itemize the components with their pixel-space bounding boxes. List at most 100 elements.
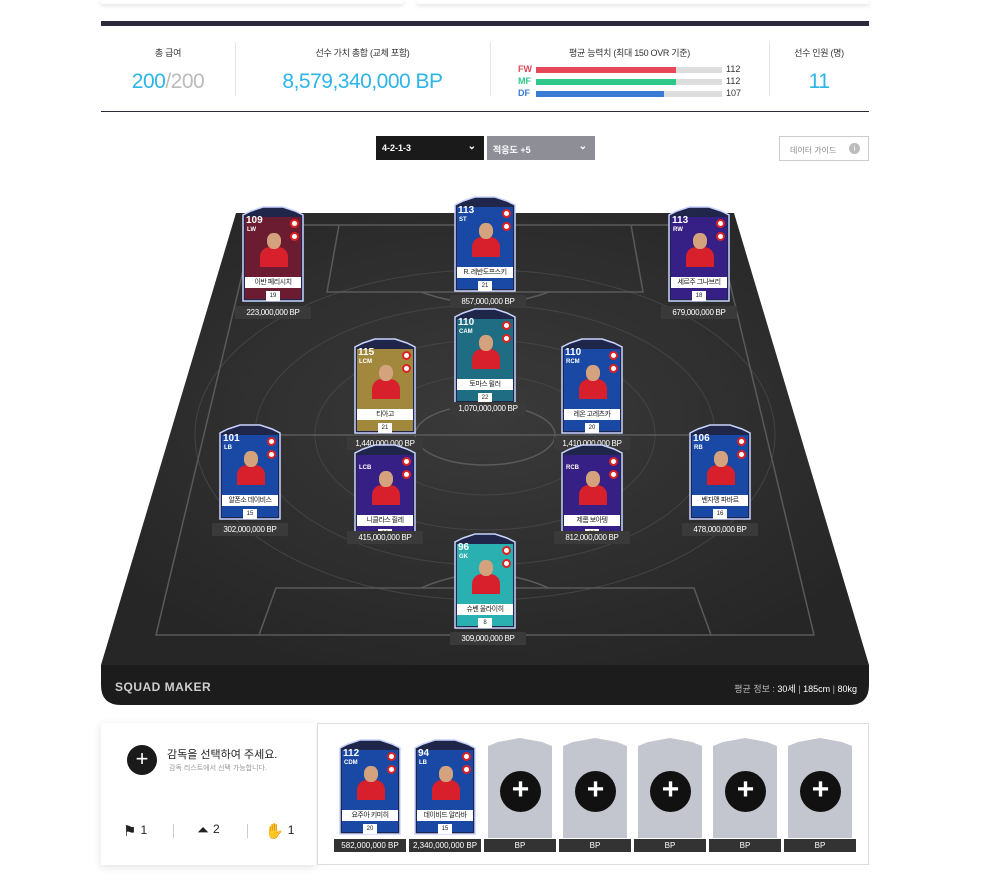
card-name: 슈벤 울라이히: [457, 604, 513, 615]
flag-icon: ⚑: [123, 823, 137, 840]
player-card-rcm[interactable]: 110 RCM 레온 고레츠카 20: [560, 337, 624, 437]
team-badge-icon: [402, 470, 411, 479]
formation-select[interactable]: 4-2-1-3 ⌄: [376, 136, 484, 160]
card-level: 16: [713, 509, 727, 519]
player-card-rb[interactable]: 106 RB 벤자맹 파바르 16: [688, 423, 752, 523]
strategy-handshake: ✋ 1: [265, 823, 295, 840]
player-photo: [579, 471, 607, 505]
card-name: 벤자맹 파바르: [692, 495, 748, 506]
player-card-rcb[interactable]: RCB제롬 보아텡20: [560, 443, 624, 543]
player-card-lw[interactable]: 109 LW 이반 페리시치 19: [241, 205, 305, 305]
card-ovr: 110: [458, 317, 475, 328]
empty-sub-slot[interactable]: +: [488, 738, 552, 838]
add-player-button[interactable]: +: [800, 771, 841, 812]
card-name: 토마스 뮐러: [457, 379, 513, 390]
top-panel-right: [417, 0, 869, 4]
player-price: 812,000,000 BP: [554, 531, 630, 544]
ability-row-df: DF 107: [518, 88, 748, 100]
player-photo: [357, 766, 385, 800]
ability-row-fw: FW 112: [518, 64, 748, 76]
player-count-label: 선수 인원 (명): [794, 48, 844, 58]
card-ovr: 106: [693, 433, 710, 444]
player-card-cam[interactable]: 110 CAM 토마스 뮐러 22: [453, 307, 517, 407]
card-position: LCB: [359, 465, 372, 471]
add-player-button[interactable]: +: [650, 771, 691, 812]
total-pay-label: 총 급여: [154, 48, 182, 58]
card-name: 데이비드 알라바: [417, 810, 473, 821]
sub-price: BP: [784, 839, 856, 852]
player-price: 223,000,000 BP: [235, 306, 311, 319]
player-price: 302,000,000 BP: [212, 523, 288, 536]
club-badge-icon: [609, 351, 618, 360]
player-price: 478,000,000 BP: [682, 523, 758, 536]
avg-ability-stat: 평균 능력치 (최대 150 OVR 기준) FW 112 MF 112 DF 107: [490, 26, 769, 112]
card-level: 15: [438, 824, 452, 834]
player-card-lb[interactable]: 101 LB 알폰소 데이비스 15: [218, 423, 282, 523]
pitch: SQUAD MAKER 평균 정보 : 30세 | 185cm | 80kg 1…: [101, 195, 869, 705]
player-photo: [432, 766, 460, 800]
card-level: 15: [243, 509, 257, 519]
card-ovr: 101: [223, 433, 240, 444]
card-position: CAM: [459, 329, 473, 335]
player-photo: [472, 335, 500, 369]
card-level: 21: [478, 281, 492, 291]
empty-sub-slot[interactable]: +: [713, 738, 777, 838]
card-name: 요주아 키미히: [342, 810, 398, 821]
card-name: 레온 고레츠카: [564, 409, 620, 420]
card-position: LB: [224, 445, 232, 451]
add-coach-button[interactable]: +: [127, 745, 157, 775]
card-name: 티아고: [357, 409, 413, 420]
add-player-button[interactable]: +: [575, 771, 616, 812]
ability-key: MF: [518, 76, 531, 86]
card-name: 세르주 그나브리: [671, 277, 727, 288]
adaptability-select[interactable]: 적응도 +5 ⌄: [487, 136, 595, 160]
card-position: LW: [247, 227, 256, 233]
player-price: 1,070,000,000 BP: [450, 402, 526, 415]
divider: [247, 824, 248, 838]
card-position: LB: [419, 760, 427, 766]
player-photo: [372, 365, 400, 399]
card-ovr: 113: [672, 215, 689, 226]
team-badge-icon: [609, 470, 618, 479]
ability-value: 112: [726, 64, 741, 74]
ability-track: [536, 91, 722, 97]
empty-sub-slot[interactable]: +: [563, 738, 627, 838]
team-badge-icon: [402, 364, 411, 373]
squad-summary: 총 급여 200/200 선수 가치 총합 (교체 포함) 8,579,340,…: [101, 21, 869, 112]
card-position: LCM: [359, 359, 372, 365]
player-card-sub-1[interactable]: 94 LB 데이비드 알라바 15: [413, 738, 477, 838]
divider: [173, 824, 174, 838]
club-badge-icon: [716, 219, 725, 228]
arrow-up-icon: ⏶: [197, 822, 210, 839]
empty-sub-slot[interactable]: +: [638, 738, 702, 838]
top-panel-fragment: [101, 0, 869, 10]
club-badge-icon: [609, 457, 618, 466]
player-card-lcb[interactable]: LCB니클라스 쥘레20: [353, 443, 417, 543]
player-count: 11: [808, 70, 830, 93]
coach-title: 감독을 선택하여 주세요.: [167, 749, 278, 761]
player-card-rw[interactable]: 113 RW 세르주 그나브리 18: [667, 205, 731, 305]
card-ovr: 110: [565, 347, 582, 358]
player-card-st[interactable]: 113 ST R. 레반도프스키 21: [453, 195, 517, 295]
club-badge-icon: [462, 752, 471, 761]
player-card-lcm[interactable]: 115 LCM 티아고 21: [353, 337, 417, 437]
empty-sub-slot[interactable]: +: [788, 738, 852, 838]
team-badge-icon: [462, 765, 471, 774]
card-ovr: 96: [458, 542, 470, 553]
card-ovr: 115: [358, 347, 375, 358]
team-badge-icon: [387, 765, 396, 774]
add-player-button[interactable]: +: [500, 771, 541, 812]
team-value: 8,579,340,000 BP: [282, 70, 443, 93]
card-ovr: 113: [458, 205, 475, 216]
data-guide-button[interactable]: 데이터 가이드 i: [779, 136, 869, 161]
average-info: 평균 정보 : 30세 | 185cm | 80kg: [734, 684, 857, 694]
player-card-sub-0[interactable]: 112 CDM 요주아 키미히 20: [338, 738, 402, 838]
add-player-button[interactable]: +: [725, 771, 766, 812]
sub-price: BP: [634, 839, 706, 852]
ability-track: [536, 79, 722, 85]
ability-key: DF: [518, 88, 530, 98]
ability-fill: [536, 79, 676, 85]
handshake-icon: ✋: [265, 823, 284, 840]
player-card-gk[interactable]: 96 GK 슈벤 울라이히 8: [453, 532, 517, 632]
info-icon: i: [849, 143, 860, 154]
